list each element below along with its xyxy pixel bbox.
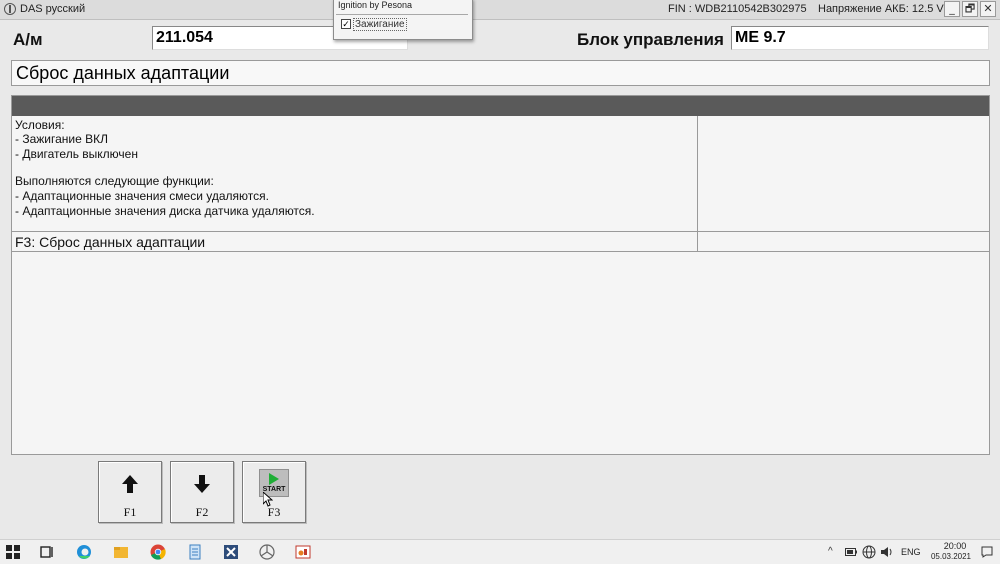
windows-taskbar: ^ ENG 20:00 05.03.2021: [0, 539, 1000, 564]
restore-button[interactable]: 🗗: [962, 1, 978, 17]
battery-tray-icon[interactable]: [845, 547, 857, 557]
arrow-down-icon: [194, 475, 210, 493]
row-divider: [12, 231, 989, 232]
control-unit-value-field: ME 9.7: [731, 26, 989, 50]
functions-title: Выполняются следующие функции:: [15, 174, 214, 188]
panel-header-bar: [12, 96, 989, 116]
info-panel: Условия: - Зажигание ВКЛ - Двигатель вык…: [11, 95, 990, 455]
notifications-icon[interactable]: [980, 545, 994, 559]
f1-label: F1: [123, 505, 137, 519]
play-icon: [269, 473, 279, 485]
f2-button[interactable]: F2: [170, 461, 234, 523]
file-explorer-icon[interactable]: [112, 543, 130, 561]
f3-start-button[interactable]: START F3: [242, 461, 306, 523]
condition-item: - Двигатель выключен: [15, 147, 138, 161]
popup-title: Ignition by Pesona: [338, 0, 413, 10]
chrome-icon[interactable]: [149, 543, 167, 561]
ignition-popup: Ignition by Pesona ✓ Зажигание: [333, 0, 473, 40]
function-item: - Адаптационные значения смеси удаляются…: [15, 189, 269, 203]
clock-date[interactable]: 05.03.2021: [925, 552, 977, 561]
function-title: Сброс данных адаптации: [11, 60, 990, 86]
ignition-checkbox-label[interactable]: Зажигание: [353, 18, 407, 31]
input-language[interactable]: ENG: [901, 547, 921, 557]
battery-voltage-label: Напряжение АКБ: 12.5 V: [818, 3, 944, 15]
ignition-checkbox[interactable]: ✓: [341, 19, 351, 29]
f3-label: F3: [267, 505, 281, 519]
control-unit-label: Блок управления: [577, 30, 724, 49]
condition-item: - Зажигание ВКЛ: [15, 132, 108, 146]
f3-function-row[interactable]: F3: Сброс данных адаптации: [15, 234, 205, 250]
popup-divider: [336, 14, 468, 15]
minimize-button[interactable]: _: [944, 1, 960, 17]
mercedes-icon[interactable]: [258, 543, 276, 561]
f1-button[interactable]: F1: [98, 461, 162, 523]
function-item: - Адаптационные значения диска датчика у…: [15, 204, 315, 218]
fin-label: FIN : WDB2110542B302975: [668, 3, 807, 15]
volume-icon[interactable]: [880, 545, 894, 559]
clock-time[interactable]: 20:00: [935, 541, 975, 551]
row-divider: [12, 251, 989, 252]
xentry-icon[interactable]: [222, 543, 240, 561]
windows-start-icon[interactable]: [4, 543, 22, 561]
paint-icon[interactable]: [294, 543, 312, 561]
edge-icon[interactable]: [75, 543, 93, 561]
task-view-icon[interactable]: [38, 543, 56, 561]
conditions-title: Условия:: [15, 118, 65, 132]
vehicle-label: А/м: [13, 30, 43, 49]
network-globe-icon[interactable]: [862, 545, 876, 559]
notepad-icon[interactable]: [186, 543, 204, 561]
app-title: DAS русский: [20, 3, 86, 15]
das-app-icon: [4, 3, 16, 15]
f2-label: F2: [195, 505, 209, 519]
chevron-up-icon[interactable]: ^: [828, 546, 833, 557]
arrow-up-icon: [122, 475, 138, 493]
close-button[interactable]: ✕: [980, 1, 996, 17]
title-bar: DAS русский FIN : WDB2110542B302975 Напр…: [0, 0, 1000, 20]
